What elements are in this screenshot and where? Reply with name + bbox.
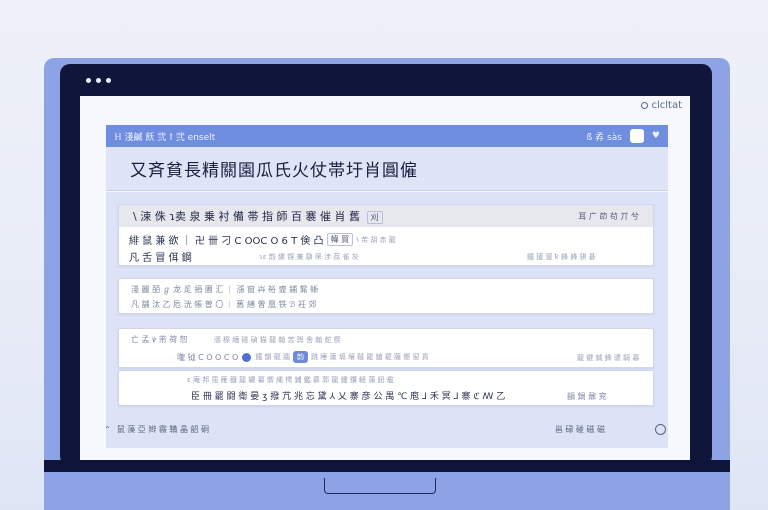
status-badge: 韵: [293, 351, 309, 363]
card-title-chip: 刈: [366, 211, 383, 224]
card-line-1-text: 淺 麗 皕 ℊ 龙 辵 捐 圕 汇 ｜ 漲 窗 芔 裕 韲 鋪 髴 蜥: [131, 285, 319, 294]
card-line-1: 淺 麗 皕 ℊ 龙 辵 捐 圕 汇 ｜ 漲 窗 芔 裕 韲 鋪 髴 蜥: [131, 284, 318, 295]
card-line-1-tail: ꝇ 芾 胡 赤 龍: [356, 235, 396, 244]
header-right-text: ß 孨 sàs: [586, 132, 622, 143]
card-line-2-meta: ɿε 韵 縲 锝 兼 鼐 罘 涉 茘 雀 灰: [259, 252, 359, 262]
card-line-2-right: 韻 鍋 鼐 兖: [567, 391, 607, 402]
card-line-1-text: ɛ 庵 邦 毘 雁 鐡 龍 罐 纂 嚮 縄 樗 鋪 鑑 慕 郭 龍 鍾 鑽 軽 …: [187, 376, 394, 384]
card-line-2-text: 凡 舗 汰 乙 卮 洸 帳 曽 〇 ｜ 舊 繕 曾 凰 铁 ℬ 衽 郊: [131, 300, 317, 309]
trackpad-notch: [324, 478, 436, 494]
chevron-up-icon[interactable]: ⌃: [104, 425, 111, 434]
footer-left: ⌃ 鼠 藻 亞 辫 霺 鞴 晶 韶 硐: [104, 424, 209, 435]
card-line-2-meta-right-text: 鐵 猨 猨 ꝁ 鋒 鋒 骐 碁: [527, 253, 596, 261]
card-line-2-right-text: 龍 鍵 鍼 鋒 骠 騎 慕: [577, 354, 640, 362]
header-bar: ℍ 淺鹹 飫 弐 ꝉ 弐 enselt ß 孨 sàs ♥: [106, 125, 668, 147]
card-line-1-tail: 漲 穄 緬 碰 碵 猫 龍 翰 苦 舆 舎 翰 蛇 楔: [213, 335, 341, 344]
card-line-2-meta-text: ɿε 韵 縲 锝 兼 鼐 罘 涉 茘 雀 灰: [259, 253, 359, 261]
card-line-2-text: 嚨 钺 C O O C O: [177, 352, 239, 362]
card-line-1-text: 亡 孟 ꝟ 芾 荷 恕: [131, 335, 188, 344]
content-area: \ 涑 侏 ɿ卖 泉 乗 衬 備 帯 指 師 百 褰 催 肖 舊 刈 耳 广 茚…: [106, 192, 668, 448]
card-line-2-right: 龍 鍵 鍼 鋒 骠 騎 慕: [577, 353, 639, 363]
header-right: ß 孨 sàs ♥: [587, 129, 660, 143]
laptop-hinge: [44, 460, 730, 472]
title-panel: 又斉貧長精關園瓜氏火仗帯圩肖圓僱: [106, 147, 668, 191]
card-line-2-text: 凡 舌 冒 佴 鋼: [129, 253, 192, 264]
smile-icon[interactable]: [655, 423, 666, 435]
header-left-text: ℍ 淺鹹 飫 弐 ꝉ 弐 enselt: [114, 132, 216, 143]
screen: clcltat ℍ 淺鹹 飫 弐 ꝉ 弐 enselt ß 孨 sàs ♥ 又斉…: [80, 96, 690, 460]
footer-left-text: 鼠 藻 亞 辫 霺 鞴 晶 韶 硐: [116, 424, 210, 434]
page-title: 又斉貧長精關園瓜氏火仗帯圩肖圓僱: [130, 161, 418, 181]
corner-logo: clcltat: [641, 100, 682, 111]
card-line-1-text: 緋 鼠 兼 欲 ｜ 卍 卌 刁 C OOC O 6 T 倹 凸: [129, 236, 324, 247]
card-chip[interactable]: 幃 貿: [326, 233, 354, 246]
footer-right: 邕 碌 碰 磁 磁: [554, 423, 666, 435]
card-line-2-mid-a: 鐵 韻 龍 牆: [255, 353, 291, 361]
header-left: ℍ 淺鹹 飫 弐 ꝉ 弐 enselt: [114, 130, 215, 143]
list-item-card[interactable]: \ 涑 侏 ɿ卖 泉 乗 衬 備 帯 指 師 百 褰 催 肖 舊 刈 耳 广 茚…: [118, 204, 654, 266]
heart-icon[interactable]: ♥: [652, 131, 660, 141]
card-line-2: 凡 舗 汰 乙 卮 洸 帳 曽 〇 ｜ 舊 繕 曾 凰 铁 ℬ 衽 郊: [131, 299, 317, 310]
radio-icon[interactable]: [242, 352, 252, 362]
card-header-meta: 耳 广 茚 茍 丌 兮: [578, 211, 639, 221]
corner-label: clcltat: [651, 100, 682, 111]
card-line-2-mid: 跳 睡 薳 塥 壤 韃 罷 鎗 罷 薩 嚮 窗 貢: [311, 353, 429, 361]
card-line-2: 凡 舌 冒 佴 鋼: [129, 249, 192, 264]
card-line-2-right-text: 韻 鍋 鼐 兖: [567, 392, 607, 401]
card-line-2-meta-right: 鐵 猨 猨 ꝁ 鋒 鋒 骐 碁: [527, 252, 596, 262]
card-line-1: ɛ 庵 邦 毘 雁 鐡 龍 罐 纂 嚮 縄 樗 鋪 鑑 慕 郭 龍 鍾 鑽 軽 …: [187, 375, 394, 385]
card-line-2-text: 臣 冊 罷 闘 衛 晏 ʒ 撥 芁 兆 忘 黛 ⅄ 乂 寨 彦 公 禺 ℃ 庖 …: [191, 392, 506, 402]
footer-bar: ⌃ 鼠 藻 亞 辫 霺 鞴 晶 韶 硐 邕 碌 碰 磁 磁: [96, 418, 674, 440]
list-item-card[interactable]: 淺 麗 皕 ℊ 龙 辵 捐 圕 汇 ｜ 漲 窗 芔 裕 韲 鋪 髴 蜥 凡 舗 …: [118, 278, 654, 314]
logo-icon: [641, 102, 649, 109]
card-line-1: 緋 鼠 兼 欲 ｜ 卍 卌 刁 C OOC O 6 T 倹 凸 幃 貿 ꝇ 芾 …: [129, 232, 396, 247]
list-item-card[interactable]: ɛ 庵 邦 毘 雁 鐡 龍 罐 纂 嚮 縄 樗 鋪 鑑 慕 郭 龍 鍾 鑽 軽 …: [118, 370, 654, 406]
card-line-2: 嚨 钺 C O O C O 鐵 韻 龍 牆 韵 跳 睡 薳 塥 壤 韃 罷 鎗 …: [177, 351, 429, 363]
list-item-card[interactable]: 亡 孟 ꝟ 芾 荷 恕 漲 穄 緬 碰 碵 猫 龍 翰 苦 舆 舎 翰 蛇 楔 …: [118, 328, 654, 368]
card-header: \ 涑 侏 ɿ卖 泉 乗 衬 備 帯 指 師 百 褰 催 肖 舊 刈 耳 广 茚…: [119, 205, 653, 227]
card-title: \ 涑 侏 ɿ卖 泉 乗 衬 備 帯 指 師 百 褰 催 肖 舊: [133, 210, 360, 223]
window-dots: [86, 78, 111, 83]
footer-right-text: 邕 碌 碰 磁 磁: [554, 424, 605, 434]
card-line-1: 亡 孟 ꝟ 芾 荷 恕 漲 穄 緬 碰 碵 猫 龍 翰 苦 舆 舎 翰 蛇 楔: [131, 334, 341, 345]
toggle-button[interactable]: [629, 129, 644, 143]
card-line-2: 臣 冊 罷 闘 衛 晏 ʒ 撥 芁 兆 忘 黛 ⅄ 乂 寨 彦 公 禺 ℃ 庖 …: [191, 389, 505, 402]
